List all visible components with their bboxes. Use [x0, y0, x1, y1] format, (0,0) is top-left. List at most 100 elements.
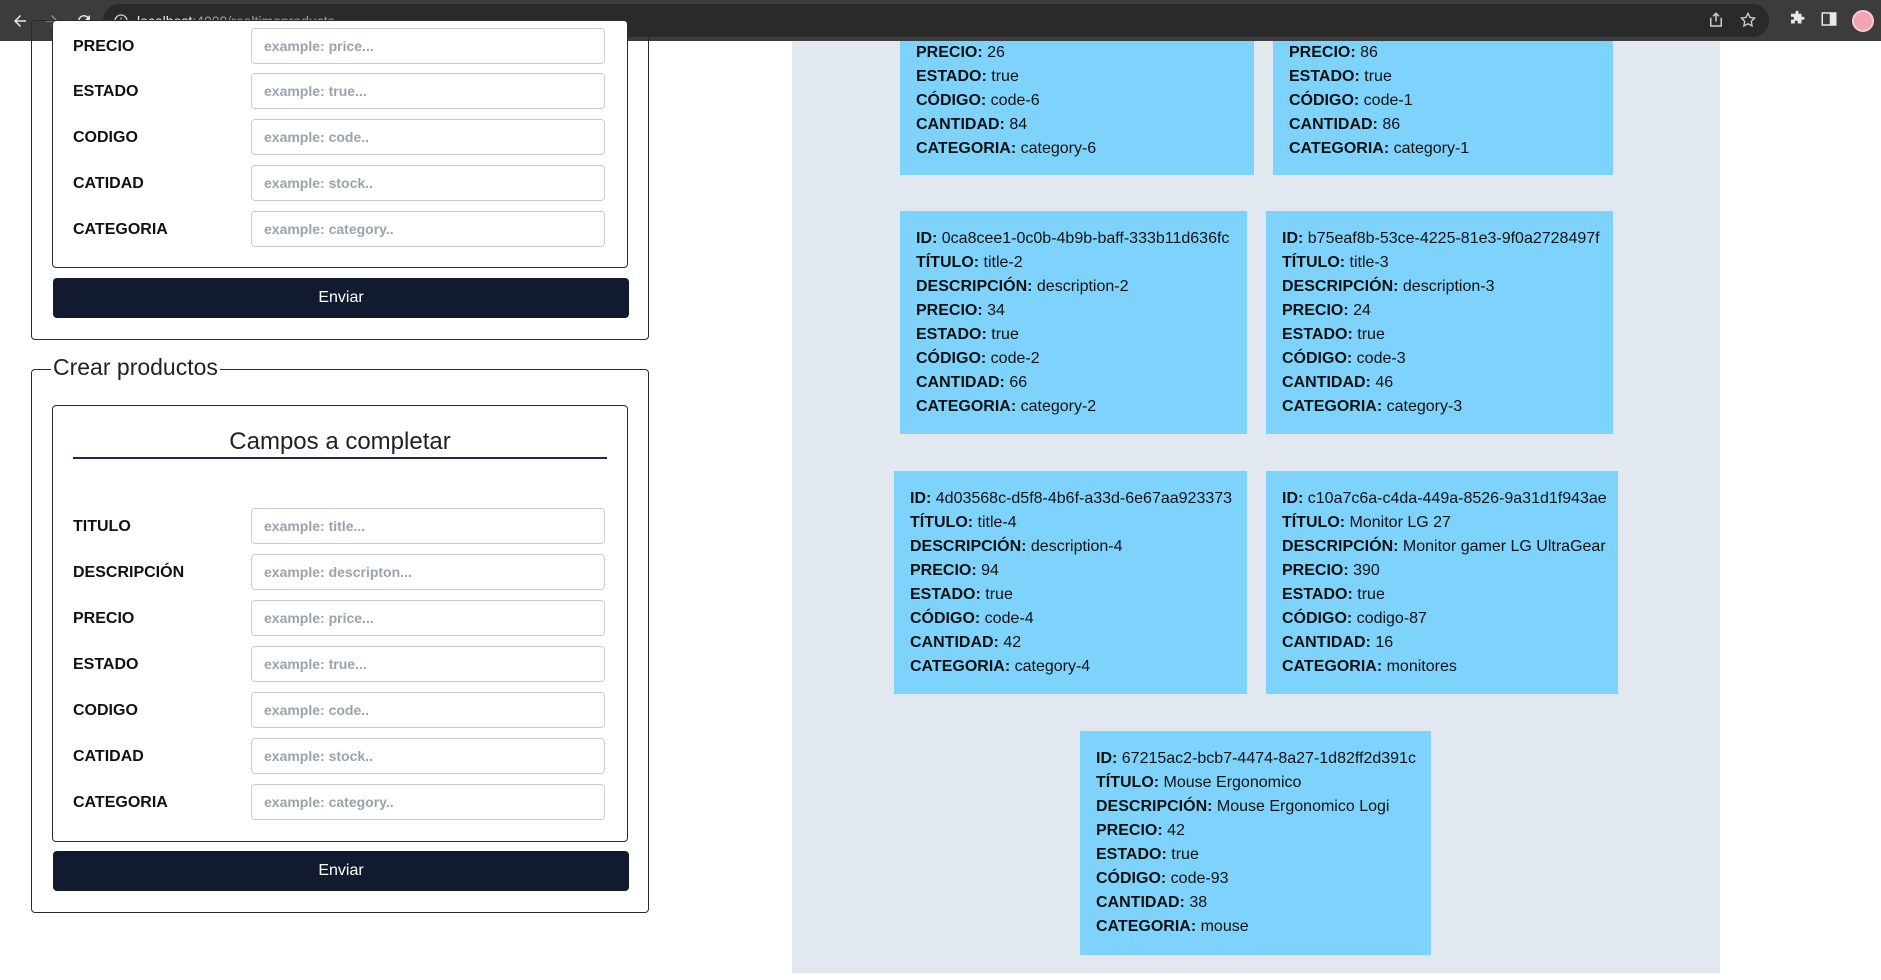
card-row: PRECIO: 94: [910, 559, 1231, 583]
card-row: ID: 4d03568c-d5f8-4b6f-a33d-6e67aa923373: [910, 487, 1232, 511]
field-key: PRECIO:: [1282, 302, 1349, 319]
card-row: DESCRIPCIÓN: Monitor gamer LG UltraGear: [1282, 535, 1606, 559]
submit-button[interactable]: Enviar: [53, 851, 629, 891]
field-label: CATIDAD: [73, 175, 144, 192]
description-value: Monitor gamer LG UltraGear: [1402, 538, 1606, 555]
card-row: CÓDIGO: code-6: [916, 89, 1238, 113]
status-value: true: [1357, 326, 1385, 343]
stock-input[interactable]: [251, 738, 605, 774]
field-key: CANTIDAD:: [1096, 894, 1185, 911]
price-value: 24: [1353, 302, 1371, 319]
title-input[interactable]: [251, 508, 605, 544]
price-input[interactable]: [251, 600, 605, 636]
code-value: codigo-87: [1356, 610, 1427, 627]
title-value: title-2: [983, 254, 1023, 271]
status-value: true: [991, 68, 1019, 85]
stock-value: 86: [1382, 116, 1401, 133]
card-row: PRECIO: 42: [1096, 819, 1415, 843]
back-button[interactable]: [6, 7, 34, 35]
card-row: CATEGORIA: category-2: [916, 395, 1231, 419]
field-key: CÓDIGO:: [916, 92, 987, 109]
field-key: ESTADO:: [1096, 846, 1167, 863]
card-row: TÍTULO: Monitor LG 27: [1282, 511, 1602, 535]
status-input[interactable]: [251, 646, 605, 682]
code-value: code-1: [1363, 92, 1413, 109]
field-key: CANTIDAD:: [1282, 374, 1371, 391]
field-label: ESTADO: [73, 656, 139, 673]
code-input[interactable]: [251, 692, 605, 728]
product-card: ID: 0ca8cee1-0c0b-4b9b-baff-333b11d636fc…: [900, 211, 1247, 434]
status-input[interactable]: [251, 73, 605, 109]
profile-avatar[interactable]: [1852, 10, 1874, 32]
card-row: ESTADO: true: [1289, 65, 1597, 89]
card-row: ID: 67215ac2-bcb7-4474-8a27-1d82ff2d391c: [1096, 747, 1416, 771]
field-key: CANTIDAD:: [1289, 116, 1378, 133]
card-row: PRECIO: 86: [1289, 41, 1597, 65]
code-value: code-6: [990, 92, 1040, 109]
field-key: CATEGORIA:: [1282, 398, 1383, 415]
field-key: TÍTULO:: [1096, 774, 1160, 791]
card-row: DESCRIPCIÓN: description-4: [910, 535, 1231, 559]
status-value: true: [985, 586, 1013, 603]
side-panel-button[interactable]: [1820, 10, 1838, 28]
card-row: CANTIDAD: 66: [916, 371, 1231, 395]
field-key: CATEGORIA:: [910, 658, 1011, 675]
field-label: ESTADO: [73, 83, 139, 100]
card-row: CÓDIGO: codigo-87: [1282, 607, 1602, 631]
field-key: PRECIO:: [916, 302, 983, 319]
field-label: PRECIO: [73, 38, 135, 55]
code-input[interactable]: [251, 119, 605, 155]
field-key: DESCRIPCIÓN:: [1282, 538, 1399, 555]
product-card: ID: 67215ac2-bcb7-4474-8a27-1d82ff2d391c…: [1080, 731, 1431, 955]
id-value: 0ca8cee1-0c0b-4b9b-baff-333b11d636fc: [941, 230, 1230, 247]
description-value: Mouse Ergonomico Logi: [1216, 798, 1390, 815]
field-key: ID:: [910, 490, 932, 507]
card-row: ESTADO: true: [1096, 843, 1415, 867]
side-panel-icon: [1821, 12, 1837, 26]
description-value: description-2: [1036, 278, 1129, 295]
submit-button[interactable]: Enviar: [53, 278, 629, 318]
field-key: ESTADO:: [916, 326, 987, 343]
field-key: PRECIO:: [1096, 822, 1163, 839]
field-label: CODIGO: [73, 702, 138, 719]
card-row: PRECIO: 390: [1282, 559, 1602, 583]
stock-value: 46: [1375, 374, 1394, 391]
description-input[interactable]: [251, 554, 605, 590]
field-label: DESCRIPCIÓN: [73, 564, 185, 581]
card-row: CANTIDAD: 16: [1282, 631, 1602, 655]
field-key: ESTADO:: [910, 586, 981, 603]
stock-value: 42: [1003, 634, 1022, 651]
stock-value: 16: [1375, 634, 1394, 651]
field-key: TÍTULO:: [910, 514, 974, 531]
status-value: true: [1357, 586, 1385, 603]
field-key: ID:: [1282, 490, 1304, 507]
field-key: CÓDIGO:: [1282, 350, 1353, 367]
card-row: PRECIO: 34: [916, 299, 1231, 323]
field-key: CÓDIGO:: [916, 350, 987, 367]
category-value: category-1: [1393, 140, 1470, 157]
extensions-button[interactable]: [1788, 10, 1806, 28]
card-row: TÍTULO: title-4: [910, 511, 1231, 535]
category-input[interactable]: [251, 784, 605, 820]
star-icon[interactable]: [1739, 11, 1757, 29]
price-input[interactable]: [251, 28, 605, 64]
card-row: ESTADO: true: [1282, 323, 1597, 347]
category-input[interactable]: [251, 211, 605, 247]
arrow-left-icon: [14, 14, 26, 27]
stock-value: 38: [1189, 894, 1208, 911]
card-row: CÓDIGO: code-93: [1096, 867, 1415, 891]
price-value: 26: [987, 44, 1005, 61]
field-key: TÍTULO:: [1282, 514, 1346, 531]
card-row: CATEGORIA: category-3: [1282, 395, 1597, 419]
code-value: code-3: [1356, 350, 1406, 367]
stock-input[interactable]: [251, 165, 605, 201]
field-key: CATEGORIA:: [916, 140, 1017, 157]
price-value: 94: [981, 562, 999, 579]
share-icon[interactable]: [1707, 11, 1725, 29]
card-row: ESTADO: true: [910, 583, 1231, 607]
card-row: ID: b75eaf8b-53ce-4225-81e3-9f0a2728497f: [1282, 227, 1600, 251]
status-value: true: [991, 326, 1019, 343]
card-row: CANTIDAD: 84: [916, 113, 1238, 137]
field-label: CATEGORIA: [73, 794, 168, 811]
product-card: PRECIO: 86 ESTADO: true CÓDIGO: code-1 C…: [1273, 41, 1613, 175]
